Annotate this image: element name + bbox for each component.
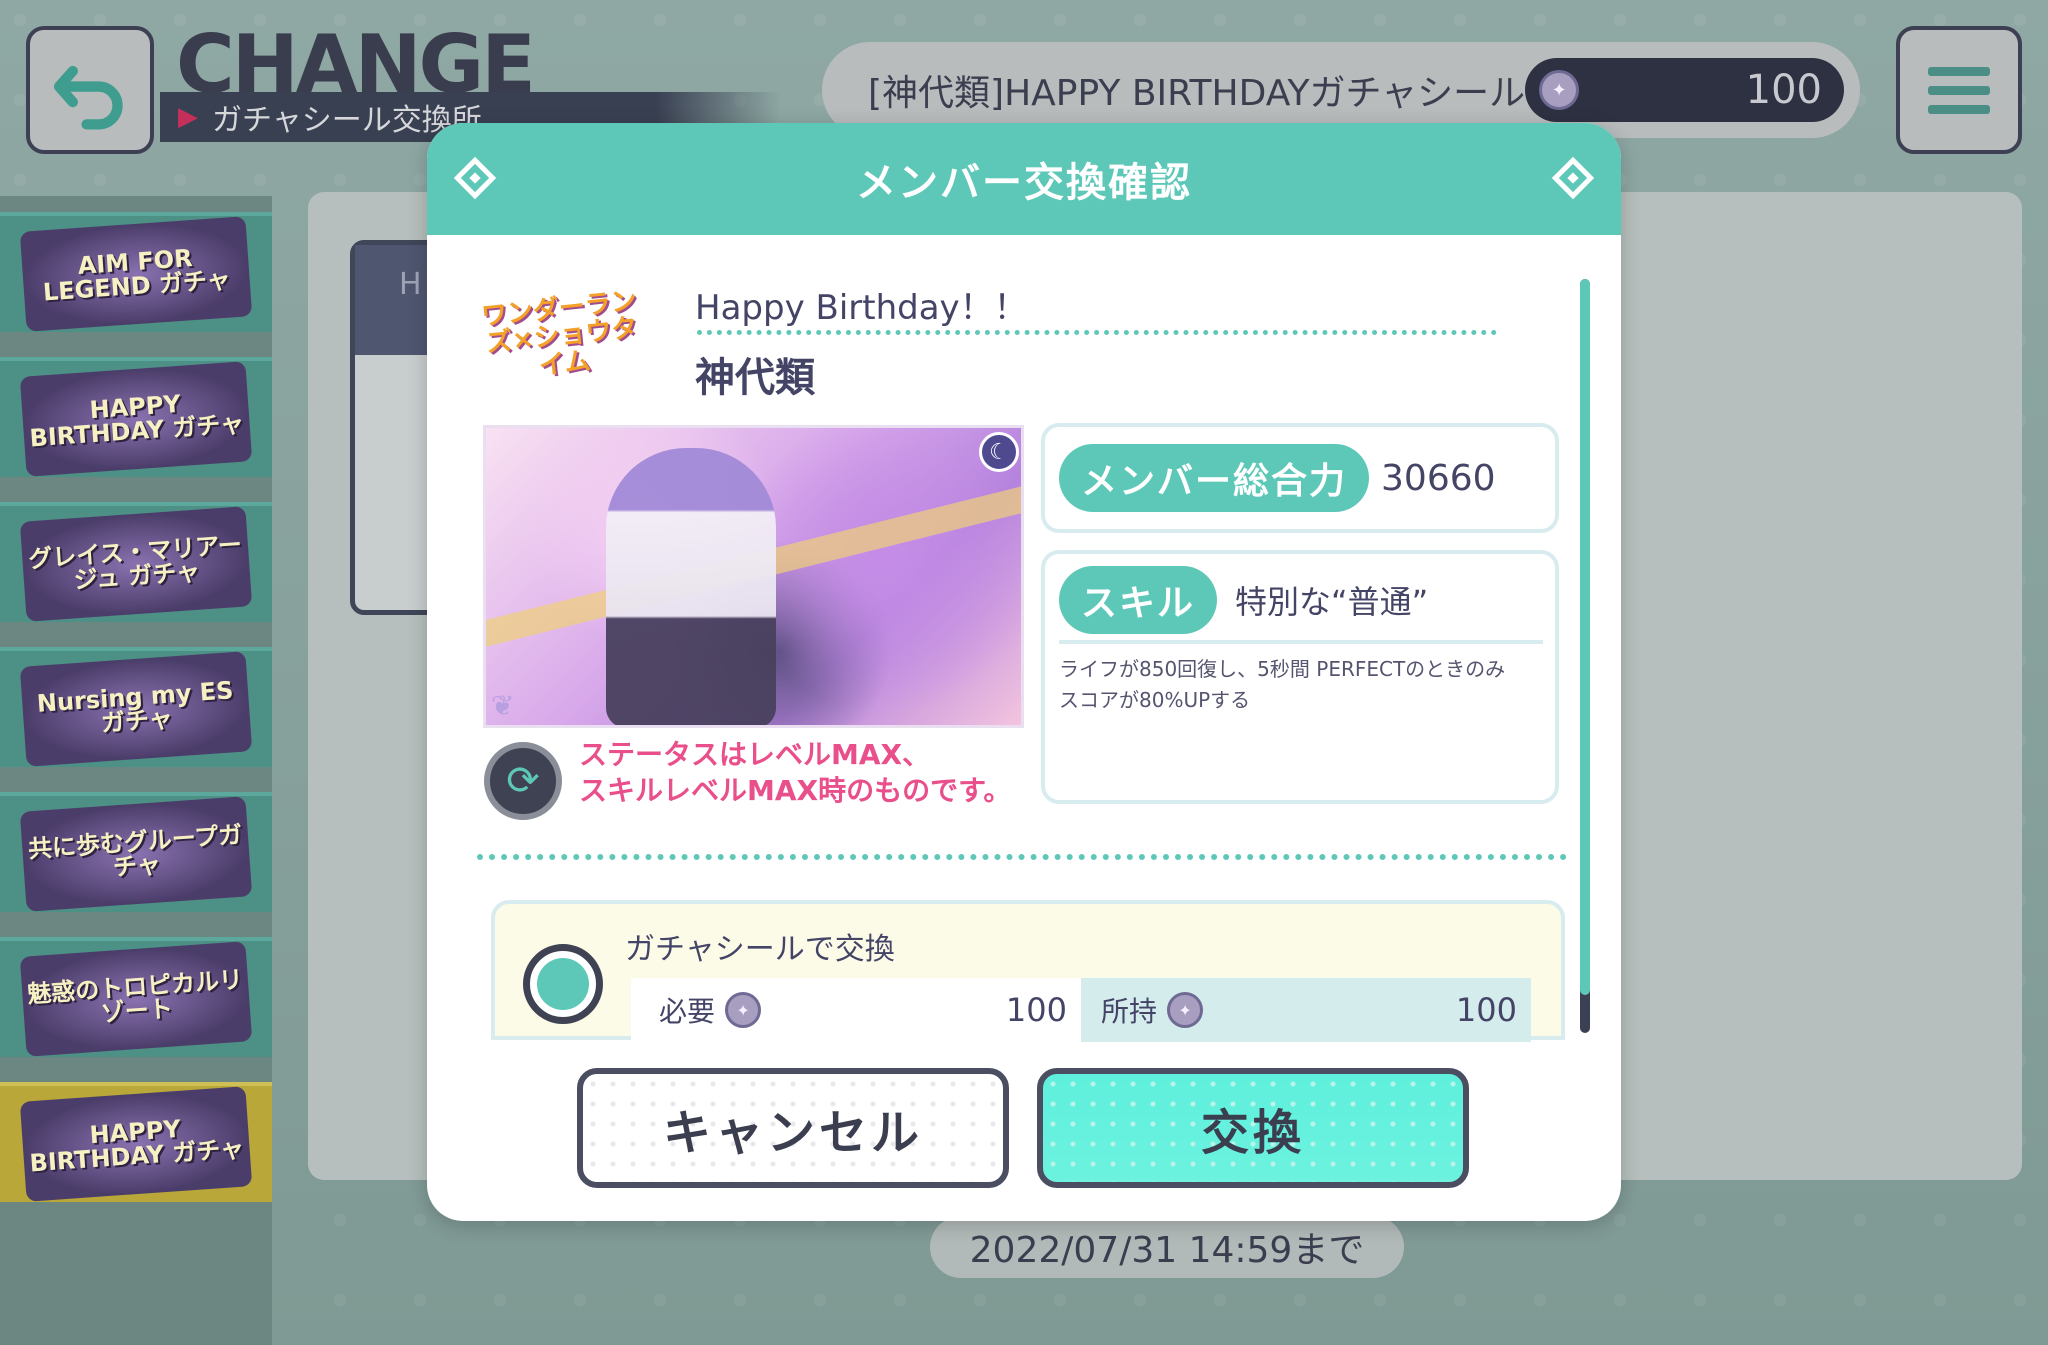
gacha-banner[interactable]: AIM FOR LEGEND ガチャ xyxy=(0,212,272,332)
skill-box: スキル 特別な“普通” ライフが850回復し、5秒間 PERFECTのときのみ … xyxy=(1041,550,1559,804)
member-exchange-dialog: メンバー交換確認 ワンダーランズ×ショウタイム Happy Birthday！！… xyxy=(427,123,1621,1221)
scrollbar-thumb[interactable] xyxy=(1580,279,1590,995)
butterfly-seal-icon: ✦ xyxy=(725,992,762,1028)
gacha-banner-label: グレイス・マリアージュ ガチャ xyxy=(19,506,253,622)
dotted-divider xyxy=(477,854,1567,860)
refresh-toggle-button[interactable]: ⟳ xyxy=(484,742,562,820)
owned-value: 100 xyxy=(1455,991,1517,1029)
gacha-seal-label: [神代類]HAPPY BIRTHDAYガチャシール xyxy=(868,73,1526,114)
card-title: Happy Birthday！！ xyxy=(695,288,1028,328)
gacha-banner[interactable]: 共に歩むグループガチャ xyxy=(0,792,272,912)
gacha-banner[interactable]: Nursing my ES ガチャ xyxy=(0,647,272,767)
skill-divider xyxy=(1059,640,1543,644)
gacha-banner-selected[interactable]: HAPPY BIRTHDAY ガチャ xyxy=(0,1082,272,1202)
exchange-option[interactable]: ガチャシールで交換 必要 ✦ 100 所持 ✦ 100 xyxy=(491,900,1565,1042)
skill-label: スキル xyxy=(1059,566,1218,634)
diamond-icon xyxy=(453,156,497,200)
required-seals: 必要 ✦ 100 xyxy=(631,978,1081,1042)
dotted-divider xyxy=(697,330,1497,335)
menu-line-icon xyxy=(1928,66,1990,76)
back-arrow-icon xyxy=(53,65,123,130)
back-button[interactable] xyxy=(26,26,154,154)
butterfly-seal-icon: ✦ xyxy=(1167,992,1204,1028)
member-power-box: メンバー総合力 30660 xyxy=(1041,423,1559,533)
skill-description: ライフが850回復し、5秒間 PERFECTのときのみ スコアが80%UPする xyxy=(1059,657,1506,712)
dialog-header: メンバー交換確認 xyxy=(427,123,1621,235)
character-figure xyxy=(606,448,776,725)
gacha-seal-count: 100 xyxy=(1745,67,1822,113)
gacha-banner-label: 魅惑のトロピカルリゾート xyxy=(19,941,253,1057)
radio-selected-dot xyxy=(537,958,589,1010)
exchange-radio-button[interactable] xyxy=(523,944,603,1024)
gacha-banner-label: Nursing my ES ガチャ xyxy=(19,651,253,767)
power-label: メンバー総合力 xyxy=(1059,444,1370,512)
required-value: 100 xyxy=(1005,991,1067,1029)
gacha-banner-label: AIM FOR LEGEND ガチャ xyxy=(19,216,253,332)
moon-attribute-icon: ☾ xyxy=(979,432,1019,472)
diamond-icon xyxy=(1551,156,1595,200)
deadline-label: 2022/07/31 14:59まで xyxy=(930,1216,1404,1278)
gacha-banner[interactable]: 魅惑のトロピカルリゾート xyxy=(0,937,272,1057)
cancel-button[interactable]: キャンセル xyxy=(577,1068,1009,1188)
menu-button[interactable] xyxy=(1896,26,2022,154)
play-triangle-icon: ▶ xyxy=(178,102,198,132)
gacha-banner[interactable]: HAPPY BIRTHDAY ガチャ xyxy=(0,357,272,477)
character-name: 神代類 xyxy=(695,355,815,401)
gacha-banner-list: AIM FOR LEGEND ガチャ HAPPY BIRTHDAY ガチャ グレ… xyxy=(0,196,272,1345)
gacha-banner-label: 共に歩むグループガチャ xyxy=(19,796,253,912)
gacha-banner-label: HAPPY BIRTHDAY ガチャ xyxy=(19,361,253,477)
card-illustration xyxy=(483,425,1024,728)
skill-name: 特別な“普通” xyxy=(1235,583,1429,621)
gacha-banner-label: HAPPY BIRTHDAY ガチャ xyxy=(19,1086,253,1202)
power-value: 30660 xyxy=(1381,457,1496,499)
dialog-title: メンバー交換確認 xyxy=(856,160,1192,206)
gacha-seal-counter: ✦ 100 xyxy=(1525,58,1844,122)
unit-logo: ワンダーランズ×ショウタイム xyxy=(479,286,639,382)
required-label: 必要 xyxy=(659,995,716,1028)
status-note: ステータスはレベルMAX、 スキルレベルMAX時のものです。 xyxy=(579,738,1012,807)
exchange-button[interactable]: 交換 xyxy=(1037,1068,1469,1188)
butterfly-seal-icon: ✦ xyxy=(1539,70,1580,110)
menu-line-icon xyxy=(1928,104,1990,114)
gacha-banner[interactable]: グレイス・マリアージュ ガチャ xyxy=(0,502,272,622)
menu-line-icon xyxy=(1928,85,1990,95)
butterfly-icon: ❦ xyxy=(491,689,515,722)
owned-label: 所持 xyxy=(1101,995,1158,1028)
owned-seals: 所持 ✦ 100 xyxy=(1081,978,1531,1042)
exchange-option-title: ガチャシールで交換 xyxy=(625,932,895,967)
